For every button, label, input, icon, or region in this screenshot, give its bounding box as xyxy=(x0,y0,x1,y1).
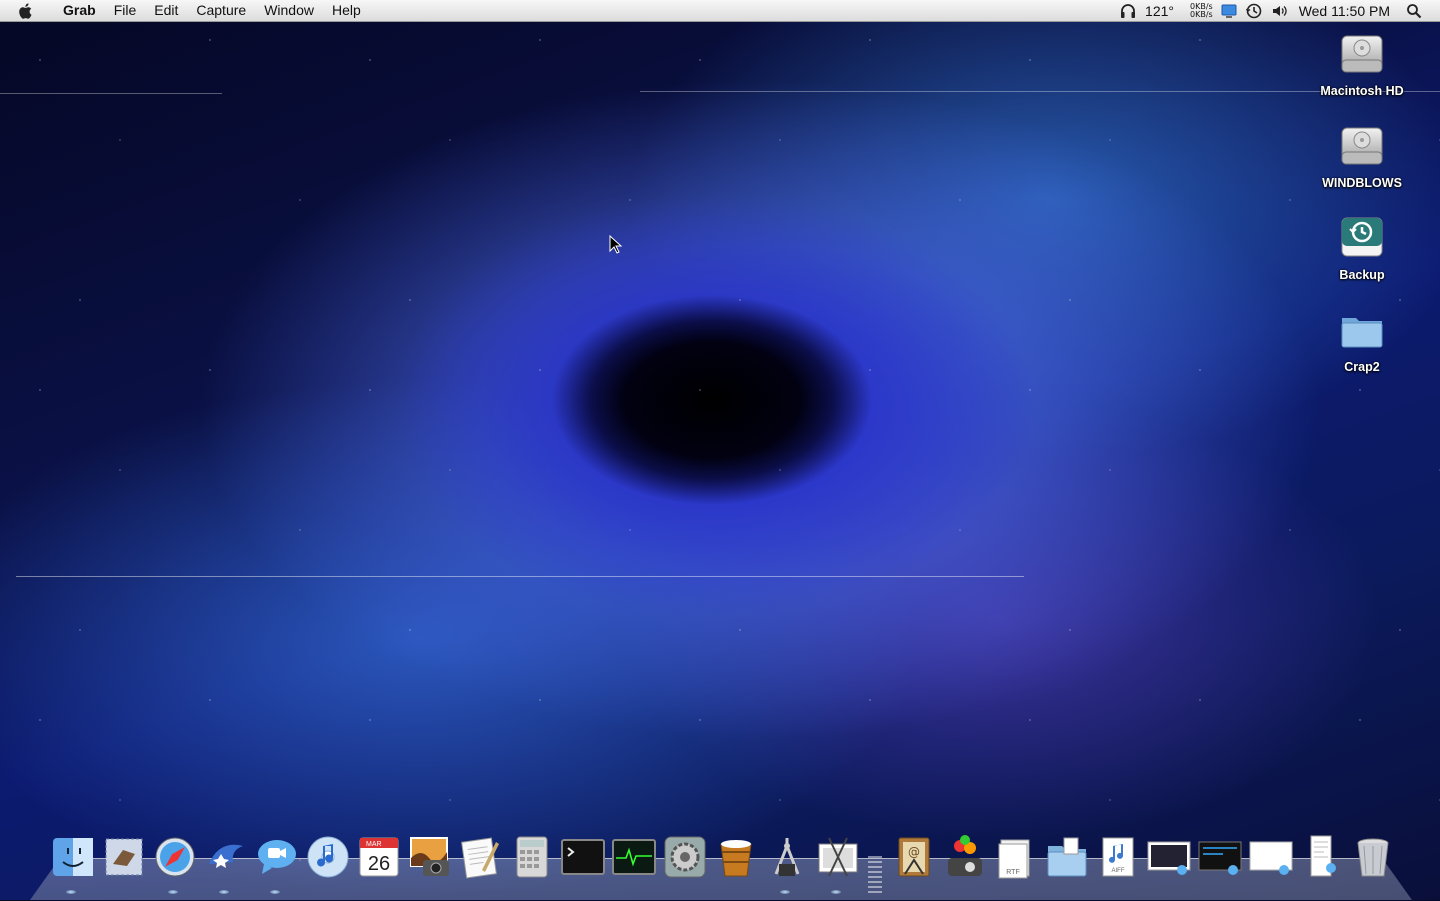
dock-activity-monitor-icon[interactable] xyxy=(611,834,657,880)
glitch-line xyxy=(0,93,222,94)
running-indicator xyxy=(831,890,841,894)
menu-capture[interactable]: Capture xyxy=(187,0,255,21)
desktop-icon-label: Macintosh HD xyxy=(1320,84,1404,98)
desktop-icon-windblows[interactable]: WINDBLOWS xyxy=(1307,122,1417,190)
svg-text:@: @ xyxy=(908,845,920,859)
desktop-icon-macintosh-hd[interactable]: Macintosh HD xyxy=(1307,30,1417,98)
desktop-icon-label: Backup xyxy=(1339,268,1385,282)
dock-instruments-icon[interactable] xyxy=(764,834,810,880)
glitch-line xyxy=(16,576,1024,577)
dock-grab-scissors-icon[interactable] xyxy=(815,834,861,880)
menu-window[interactable]: Window xyxy=(255,0,323,21)
display-icon[interactable] xyxy=(1221,3,1237,19)
running-indicator xyxy=(270,890,280,894)
folder-icon xyxy=(1338,306,1386,354)
starfield xyxy=(0,0,1440,900)
network-rate-readout[interactable]: 0KB/s 0KB/s xyxy=(1190,2,1213,19)
running-indicator xyxy=(168,890,178,894)
hard-drive-icon xyxy=(1338,122,1386,170)
aiff-label: AIFF xyxy=(1112,868,1125,874)
dock-preview-stack-icon[interactable] xyxy=(1248,834,1294,880)
clock-readout[interactable]: Wed 11:50 PM xyxy=(1299,3,1390,19)
dock-music-stack-icon[interactable]: AIFF xyxy=(1095,834,1141,880)
dock-screenshots-stack-icon[interactable] xyxy=(1197,834,1243,880)
dock-trash-icon[interactable] xyxy=(1350,834,1396,880)
menu-app-name[interactable]: Grab xyxy=(54,0,105,21)
dock-textedit-icon[interactable] xyxy=(458,834,504,880)
temperature-readout[interactable]: 121° xyxy=(1145,3,1174,19)
menu-help[interactable]: Help xyxy=(323,0,370,21)
dock-itunes-icon[interactable] xyxy=(305,834,351,880)
dock-ical-icon[interactable]: MAR 26 xyxy=(356,834,402,880)
desktop-icon-label: WINDBLOWS xyxy=(1322,176,1402,190)
dock-separator xyxy=(868,856,882,896)
dock-system-preferences-icon[interactable] xyxy=(662,834,708,880)
menu-bar: Grab File Edit Capture Window Help 121° … xyxy=(0,0,1440,22)
running-indicator xyxy=(219,890,229,894)
dock-documents-stack-icon[interactable]: RTF xyxy=(993,834,1039,880)
spotlight-search-icon[interactable] xyxy=(1406,3,1422,19)
net-down-rate: 0KB/s xyxy=(1190,9,1213,19)
mouse-cursor-icon xyxy=(609,234,623,260)
desktop-icon-crap2[interactable]: Crap2 xyxy=(1307,306,1417,374)
dock-folder-stack-icon[interactable] xyxy=(1044,834,1090,880)
desktop-wallpaper xyxy=(0,0,1440,900)
rtf-label: RTF xyxy=(1006,869,1019,876)
dock-finder-icon[interactable] xyxy=(50,834,96,880)
dock-text-clip-icon[interactable] xyxy=(1299,834,1345,880)
dock-front-row-icon[interactable] xyxy=(942,834,988,880)
apple-menu-icon[interactable] xyxy=(17,2,37,20)
running-indicator xyxy=(66,890,76,894)
volume-icon[interactable] xyxy=(1271,3,1289,19)
dock-ichat-icon[interactable] xyxy=(254,834,300,880)
dock-safari-icon[interactable] xyxy=(152,834,198,880)
dock-iphoto-icon[interactable] xyxy=(407,834,453,880)
calendar-month-label: MAR xyxy=(366,841,382,848)
desktop-icon-label: Crap2 xyxy=(1344,360,1380,374)
hard-drive-icon xyxy=(1338,30,1386,78)
running-indicator xyxy=(780,890,790,894)
dock-address-book-icon[interactable]: @ xyxy=(891,834,937,880)
time-machine-backup-icon xyxy=(1338,214,1386,262)
status-menus: 121° 0KB/s 0KB/s Wed 11:50 PM xyxy=(1119,0,1440,21)
dock-cleaner-bucket-icon[interactable] xyxy=(713,834,759,880)
menu-edit[interactable]: Edit xyxy=(145,0,187,21)
calendar-day-label: 26 xyxy=(368,853,390,875)
dock-spaces-icon[interactable] xyxy=(203,834,249,880)
headphones-icon[interactable] xyxy=(1119,3,1137,19)
dock-calculator-icon[interactable] xyxy=(509,834,555,880)
time-machine-icon[interactable] xyxy=(1245,2,1263,20)
dock-screens-stack-icon[interactable] xyxy=(1146,834,1192,880)
dock-terminal-icon[interactable] xyxy=(560,834,606,880)
desktop-icon-backup[interactable]: Backup xyxy=(1307,214,1417,282)
dock-mail-icon[interactable] xyxy=(101,834,147,880)
menu-file[interactable]: File xyxy=(105,0,146,21)
